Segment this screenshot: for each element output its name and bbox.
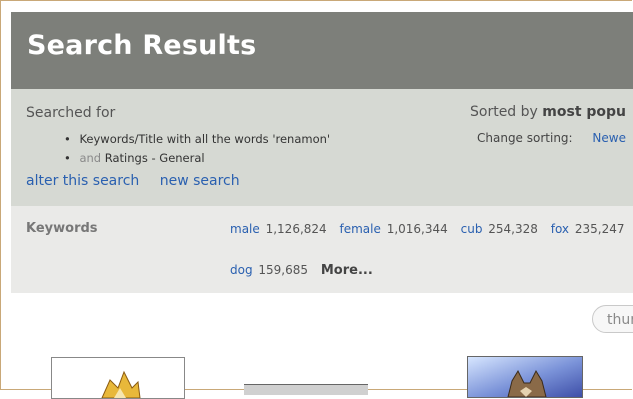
keyword-link-male[interactable]: male xyxy=(230,222,260,236)
result-thumbnail[interactable] xyxy=(51,357,185,399)
keyword-count: 1,016,344 xyxy=(386,222,448,236)
thumbnail-view-toggle[interactable]: thur xyxy=(592,305,633,333)
result-thumbnail[interactable] xyxy=(467,356,583,398)
results-header: Search Results xyxy=(11,12,633,89)
keyword-count: 159,685 xyxy=(258,263,309,277)
change-sorting: Change sorting: Newe xyxy=(477,131,626,145)
search-summary: Searched for Keywords/Title with all the… xyxy=(11,89,633,206)
criteria-prefix: and xyxy=(79,151,102,165)
page-title: Search Results xyxy=(27,30,257,61)
character-art-image xyxy=(101,370,141,398)
keywords-row: male 1,126,824 female 1,016,344 cub 254,… xyxy=(230,222,633,236)
keyword-count: 254,328 xyxy=(488,222,538,236)
sorted-by-label: Sorted by xyxy=(470,104,538,120)
keyword-item: male 1,126,824 xyxy=(230,222,331,236)
sort-option-newest[interactable]: Newe xyxy=(592,131,626,145)
character-art-image xyxy=(507,369,547,397)
criteria-item: and Ratings - General xyxy=(64,149,330,168)
searched-for-label: Searched for xyxy=(26,105,116,121)
criteria-text: Ratings - General xyxy=(104,151,205,165)
criteria-text: Keywords/Title with all the words 'renam… xyxy=(79,132,331,146)
change-sorting-label: Change sorting: xyxy=(477,131,573,145)
keyword-link-fox[interactable]: fox xyxy=(551,222,569,236)
keywords-label: Keywords xyxy=(26,221,98,236)
sorted-by: Sorted by most popu xyxy=(470,104,626,120)
keyword-item: female 1,016,344 xyxy=(340,222,452,236)
search-criteria-list: Keywords/Title with all the words 'renam… xyxy=(64,130,330,168)
keyword-link-female[interactable]: female xyxy=(340,222,381,236)
more-keywords-link[interactable]: More... xyxy=(321,263,373,278)
criteria-item: Keywords/Title with all the words 'renam… xyxy=(64,130,330,149)
search-links: alter this search new search xyxy=(26,173,256,189)
keyword-count: 1,126,824 xyxy=(265,222,327,236)
keyword-link-cub[interactable]: cub xyxy=(461,222,483,236)
keyword-count: 235,247 xyxy=(574,222,625,236)
keyword-item: cub 254,328 xyxy=(461,222,542,236)
sorted-by-value: most popu xyxy=(542,104,627,120)
new-search-link[interactable]: new search xyxy=(160,173,240,189)
keywords-row: dog 159,685 More... xyxy=(230,263,373,278)
keyword-item: dog 159,685 xyxy=(230,263,312,277)
keywords-panel: Keywords male 1,126,824 female 1,016,344… xyxy=(11,206,633,293)
keyword-link-dog[interactable]: dog xyxy=(230,263,253,277)
keyword-item: fox 235,247 xyxy=(551,222,629,236)
alter-search-link[interactable]: alter this search xyxy=(26,173,139,189)
